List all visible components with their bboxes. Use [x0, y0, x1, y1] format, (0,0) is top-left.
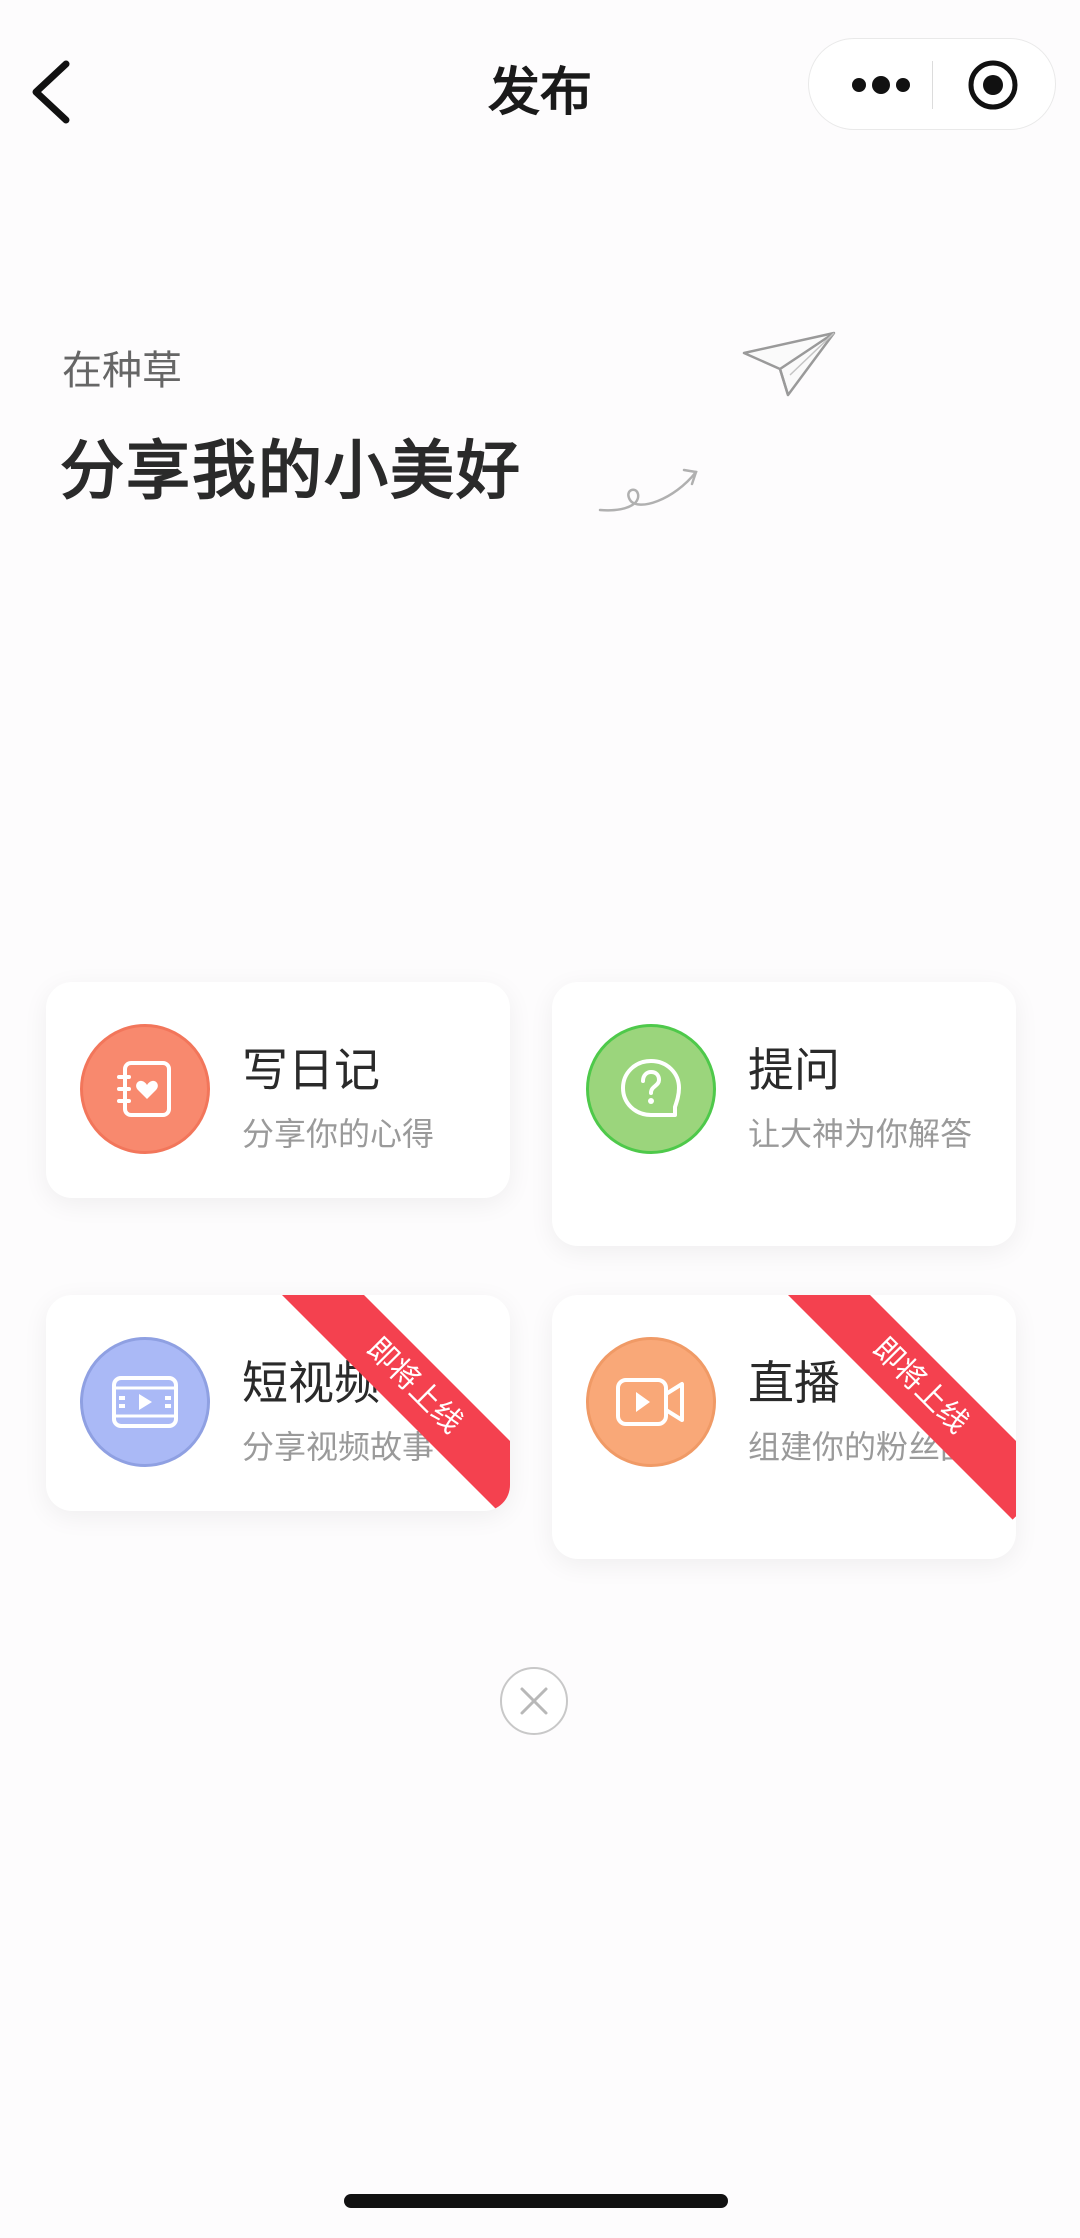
hero-subtitle: 在种草: [62, 348, 182, 394]
card-title: 提问: [748, 1043, 840, 1097]
paper-plane-icon: [740, 325, 840, 405]
diary-icon-circle: [80, 1024, 210, 1154]
mini-program-capsule: [808, 38, 1056, 130]
target-icon[interactable]: [967, 59, 1019, 111]
more-dots-icon[interactable]: [849, 67, 913, 103]
plane-trail-decoration: [596, 460, 706, 520]
capsule-divider: [932, 61, 933, 109]
card-title: 直播: [748, 1356, 840, 1410]
home-indicator[interactable]: [344, 2194, 728, 2208]
live-icon-circle: [586, 1337, 716, 1467]
card-description: 分享你的心得: [242, 1115, 435, 1153]
card-description: 让大神为你解答: [748, 1115, 973, 1153]
write-diary-card[interactable]: 写日记 分享你的心得: [46, 982, 510, 1198]
question-bubble-icon: [621, 1059, 681, 1117]
diary-heart-icon: [117, 1061, 171, 1117]
video-film-icon: [112, 1376, 178, 1428]
question-icon-circle: [586, 1024, 716, 1154]
video-icon-circle: [80, 1337, 210, 1467]
close-circle-icon[interactable]: [500, 1667, 568, 1735]
hero-headline: 分享我的小美好: [60, 435, 522, 509]
live-camera-icon: [616, 1378, 684, 1426]
ask-question-card[interactable]: 提问 让大神为你解答: [552, 982, 1016, 1246]
short-video-card[interactable]: 短视频 分享视频故事 即将上线: [46, 1295, 510, 1511]
card-title: 写日记: [242, 1043, 380, 1097]
live-stream-card[interactable]: 直播 组建你的粉丝团 即将上线: [552, 1295, 1016, 1559]
navigation-bar: 发布: [0, 0, 1080, 170]
